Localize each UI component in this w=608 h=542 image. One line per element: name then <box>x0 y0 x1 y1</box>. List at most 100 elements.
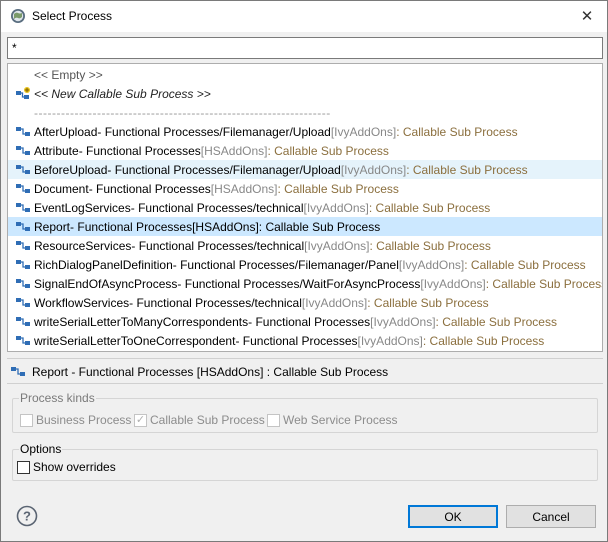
process-kind: : Callable Sub Process <box>464 257 586 272</box>
process-list[interactable]: << Empty >> << New Callable Sub Process >… <box>7 63 603 352</box>
process-name: SignalEndOfAsyncProcess <box>34 276 178 291</box>
callable-process-icon <box>16 145 30 155</box>
callable-process-icon <box>16 183 30 193</box>
process-name: Document <box>34 181 89 196</box>
process-kind: : Callable Sub Process <box>368 200 491 215</box>
process-path: - Functional Processes/technical <box>129 295 302 310</box>
process-kind: : Callable Sub Process <box>485 276 603 291</box>
callable-process-icon <box>16 126 30 136</box>
project-tag: [IvyAddOns] <box>340 162 407 177</box>
process-list-item[interactable]: BeforeUpload - Functional Processes/File… <box>8 160 602 179</box>
project-tag: [HSAddOns] <box>192 219 259 234</box>
callable-process-icon <box>16 202 30 212</box>
business-process-checkbox[interactable]: Business Process <box>20 413 131 427</box>
project-tag: [IvyAddOns] <box>370 314 436 329</box>
process-name: WorkflowServices <box>34 295 130 310</box>
callable-process-icon <box>16 297 30 307</box>
process-list-item[interactable]: Attribute - Functional Processes [HSAddO… <box>8 141 602 160</box>
project-tag: [HSAddOns] <box>210 181 278 196</box>
close-icon: ✕ <box>580 8 594 25</box>
divider <box>7 358 603 359</box>
process-path: - Functional Processes/technical <box>131 238 305 253</box>
process-list-item[interactable]: WorkflowServices - Functional Processes/… <box>8 293 602 312</box>
blank-icon <box>15 105 31 121</box>
checkbox-box[interactable] <box>20 413 33 427</box>
project-tag: [HSAddOns] <box>200 143 268 158</box>
globe-icon <box>11 9 25 23</box>
cancel-button[interactable]: Cancel <box>506 505 596 528</box>
web-service-process-checkbox[interactable]: Web Service Process <box>267 413 398 427</box>
process-path: - Functional Processes <box>88 181 211 196</box>
filter-input[interactable] <box>7 37 603 59</box>
project-tag: [IvyAddOns] <box>357 333 423 348</box>
status-text: Report - Functional Processes [HSAddOns]… <box>32 365 389 379</box>
checkbox-box[interactable] <box>17 460 30 474</box>
process-list-item[interactable]: Report - Functional Processes [HSAddOns]… <box>8 217 602 236</box>
process-path: - Functional Processes/Filemanager/Uploa… <box>107 162 341 177</box>
process-kind: : Callable Sub Process <box>435 314 557 329</box>
process-path: - Functional Processes/technical <box>130 200 304 215</box>
ok-button[interactable]: OK <box>408 505 498 528</box>
options-legend: Options <box>19 442 63 456</box>
process-kind: : Callable Sub Process <box>369 238 491 253</box>
checkbox-box[interactable] <box>267 413 280 427</box>
process-name: writeSerialLetterToManyCorrespondents <box>34 314 249 329</box>
list-separator[interactable]: ----------------------------------------… <box>8 103 602 122</box>
callable-process-icon <box>16 278 30 288</box>
process-path: - Functional Processes/WaitForAsyncProce… <box>177 276 421 291</box>
divider <box>7 383 603 384</box>
list-item-empty[interactable]: << Empty >> <box>8 65 602 84</box>
svg-text:?: ? <box>23 509 31 524</box>
callable-process-icon <box>16 240 30 250</box>
process-list-item[interactable]: EventLogServices - Functional Processes/… <box>8 198 602 217</box>
process-path: - Functional Processes <box>235 333 358 348</box>
process-list-item[interactable]: writeSerialLetterToManyCorrespondents - … <box>8 312 602 331</box>
show-overrides-checkbox[interactable]: Show overrides <box>17 460 116 474</box>
close-button[interactable]: ✕ <box>567 1 607 31</box>
callable-process-icon <box>16 335 30 345</box>
project-tag: [IvyAddOns] <box>301 295 368 310</box>
empty-option-label: << Empty >> <box>34 67 103 82</box>
process-name: writeSerialLetterToOneCorrespondent <box>34 333 236 348</box>
process-list-item[interactable]: SignalEndOfAsyncProcess - Functional Pro… <box>8 274 602 293</box>
process-list-item[interactable]: AfterUpload - Functional Processes/Filem… <box>8 122 602 141</box>
process-path: - Functional Processes/Filemanager/Panel <box>172 257 399 272</box>
project-tag: [IvyAddOns] <box>398 257 465 272</box>
process-path: - Functional Processes <box>70 219 193 234</box>
process-path: - Functional Processes <box>248 314 371 329</box>
select-process-dialog: Select Process ✕ << Empty >> << New Calla… <box>0 0 608 542</box>
callable-process-icon <box>16 259 30 269</box>
callable-process-icon <box>16 316 30 326</box>
process-kind: : Callable Sub Process <box>258 219 381 234</box>
callable-sub-process-label: Callable Sub Process <box>150 413 265 427</box>
process-path: - Functional Processes <box>78 143 201 158</box>
process-kind: : Callable Sub Process <box>422 333 545 348</box>
process-list-item[interactable]: Document - Functional Processes [HSAddOn… <box>8 179 602 198</box>
window-title: Select Process <box>32 9 113 23</box>
process-list-item[interactable]: RichDialogPanelDefinition - Functional P… <box>8 255 602 274</box>
title-bar: Select Process ✕ <box>1 1 607 32</box>
process-list-item[interactable]: ResourceServices - Functional Processes/… <box>8 236 602 255</box>
list-item-new-callable[interactable]: << New Callable Sub Process >> <box>8 84 602 103</box>
callable-process-icon <box>11 367 25 376</box>
process-kind: : Callable Sub Process <box>367 295 489 310</box>
project-tag: [IvyAddOns] <box>303 200 369 215</box>
process-kind: : Callable Sub Process <box>267 143 389 158</box>
show-overrides-label: Show overrides <box>33 460 116 474</box>
process-name: Report <box>34 219 71 234</box>
callable-sub-process-checkbox[interactable]: ✓ Callable Sub Process <box>134 413 265 427</box>
callable-process-icon <box>16 221 30 231</box>
process-name: EventLogServices <box>34 200 131 215</box>
project-tag: [IvyAddOns] <box>330 124 397 139</box>
process-kind: : Callable Sub Process <box>406 162 528 177</box>
selection-status: Report - Functional Processes [HSAddOns]… <box>7 362 603 382</box>
process-path: - Functional Processes/Filemanager/Uploa… <box>97 124 331 139</box>
process-list-item[interactable]: writeSerialLetterToOneCorrespondent - Fu… <box>8 331 602 350</box>
separator-line: ----------------------------------------… <box>34 105 331 120</box>
process-kind: : Callable Sub Process <box>277 181 399 196</box>
process-name: RichDialogPanelDefinition <box>34 257 173 272</box>
process-kinds-legend: Process kinds <box>19 391 96 405</box>
checkbox-box-checked[interactable]: ✓ <box>134 413 147 427</box>
blank-icon <box>15 67 31 83</box>
help-icon[interactable]: ? <box>16 505 38 527</box>
